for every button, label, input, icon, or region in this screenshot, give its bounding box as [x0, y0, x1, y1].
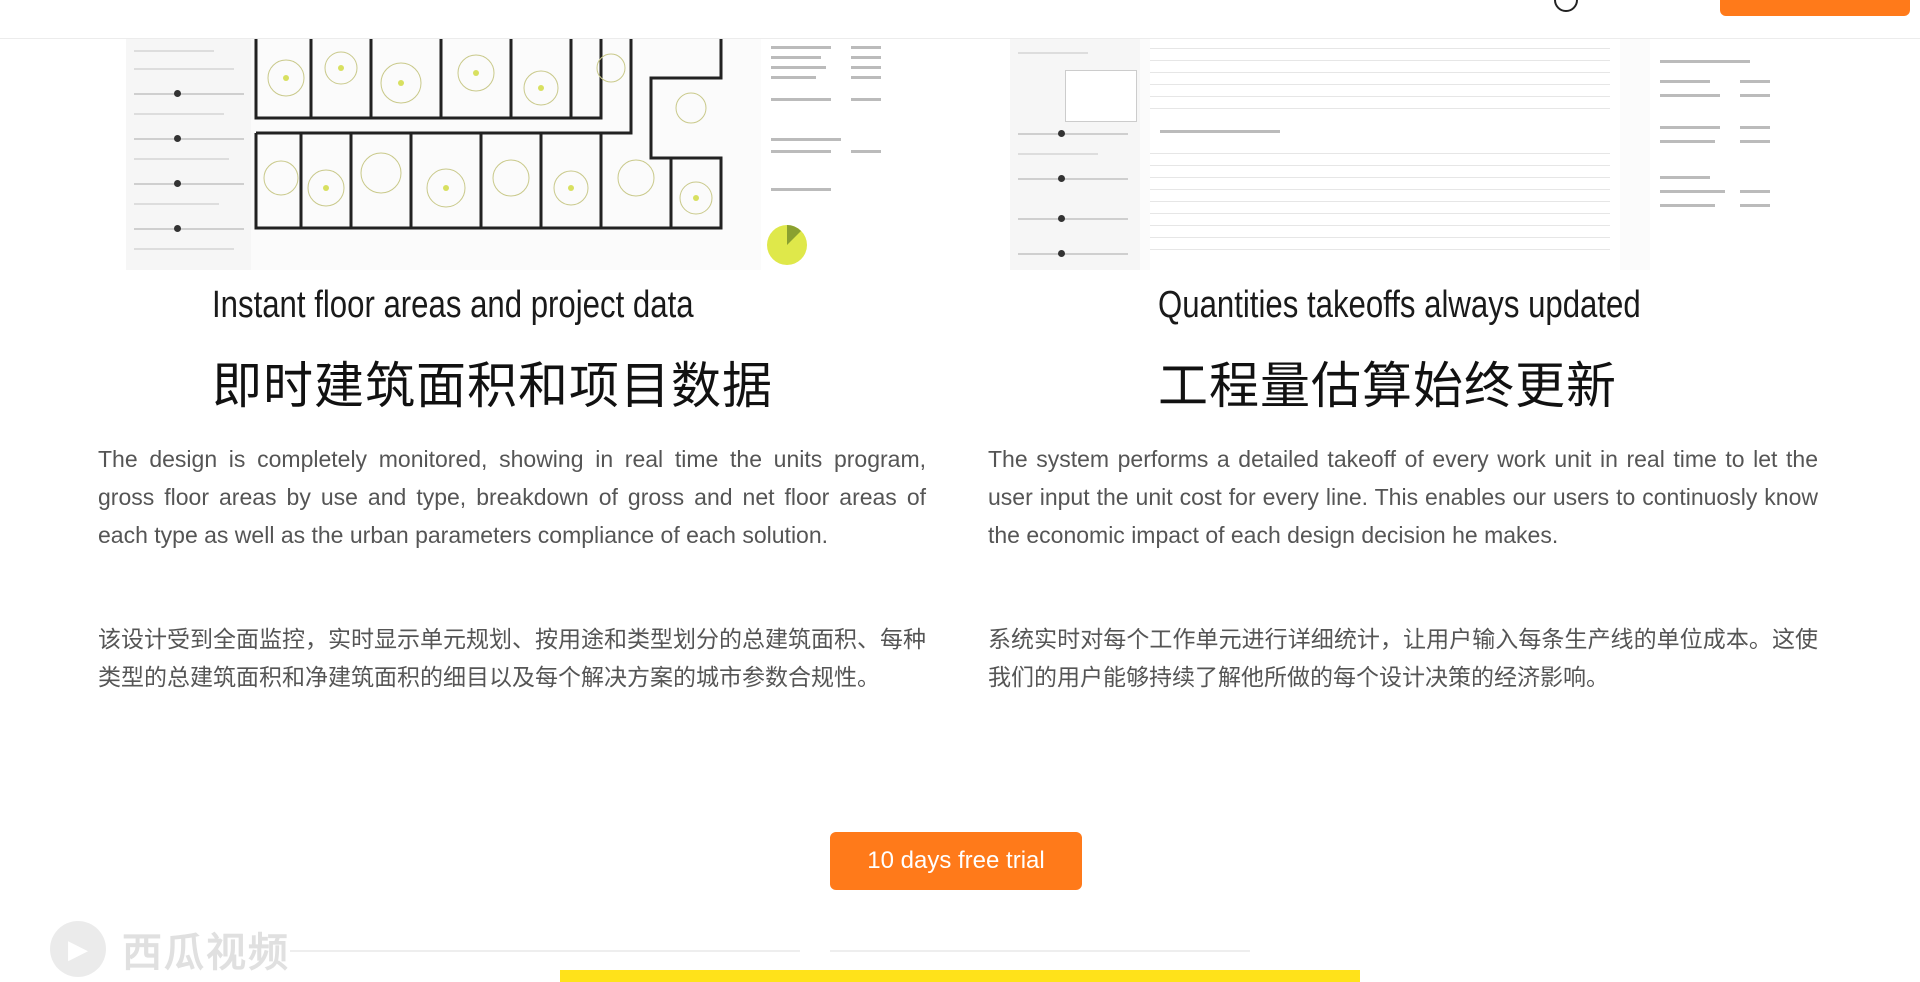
watermark-text: 西瓜视频: [122, 931, 290, 975]
filter-panel: [1010, 38, 1140, 270]
feature-description-cn: 系统实时对每个工作单元进行详细统计，让用户输入每条生产线的单位成本。这使我们的用…: [988, 626, 1818, 690]
free-trial-button[interactable]: 10 days free trial: [830, 832, 1082, 890]
video-watermark: ▶ 西瓜视频: [50, 920, 290, 978]
divider: [290, 950, 800, 952]
divider: [830, 950, 1250, 952]
nav-cta-button[interactable]: [1720, 0, 1910, 16]
floor-areas-screenshot: [126, 38, 900, 270]
yellow-banner-edge: [560, 970, 1360, 982]
play-icon: ▶: [50, 921, 106, 977]
nav-link[interactable]: [142, 0, 146, 5]
nav-links: [90, 0, 146, 5]
feature-title-en: Instant floor areas and project data: [212, 284, 694, 326]
feature-description-en: The design is completely monitored, show…: [98, 446, 926, 548]
pie-chart-image: [767, 225, 807, 265]
globe-icon[interactable]: [1554, 0, 1578, 12]
summary-panel: [1650, 38, 1786, 270]
nav-link[interactable]: [90, 0, 94, 5]
takeoff-screenshot: [1010, 38, 1786, 270]
feature-description-cn: 该设计受到全面监控，实时显示单元规划、按用途和类型划分的总建筑面积、每种类型的总…: [98, 626, 926, 690]
feature-title-en: Quantities takeoffs always updated: [1158, 284, 1641, 326]
areas-panel: [761, 38, 900, 270]
floor-plan-image: [254, 38, 723, 230]
feature-description-en: The system performs a detailed takeoff o…: [988, 446, 1818, 548]
takeoff-table: [1150, 38, 1620, 270]
settings-panel: [126, 38, 251, 270]
feature-title-cn: 工程量估算始终更新: [1158, 358, 1617, 414]
top-navigation: [0, 0, 1920, 39]
feature-title-cn: 即时建筑面积和项目数据: [212, 358, 773, 414]
